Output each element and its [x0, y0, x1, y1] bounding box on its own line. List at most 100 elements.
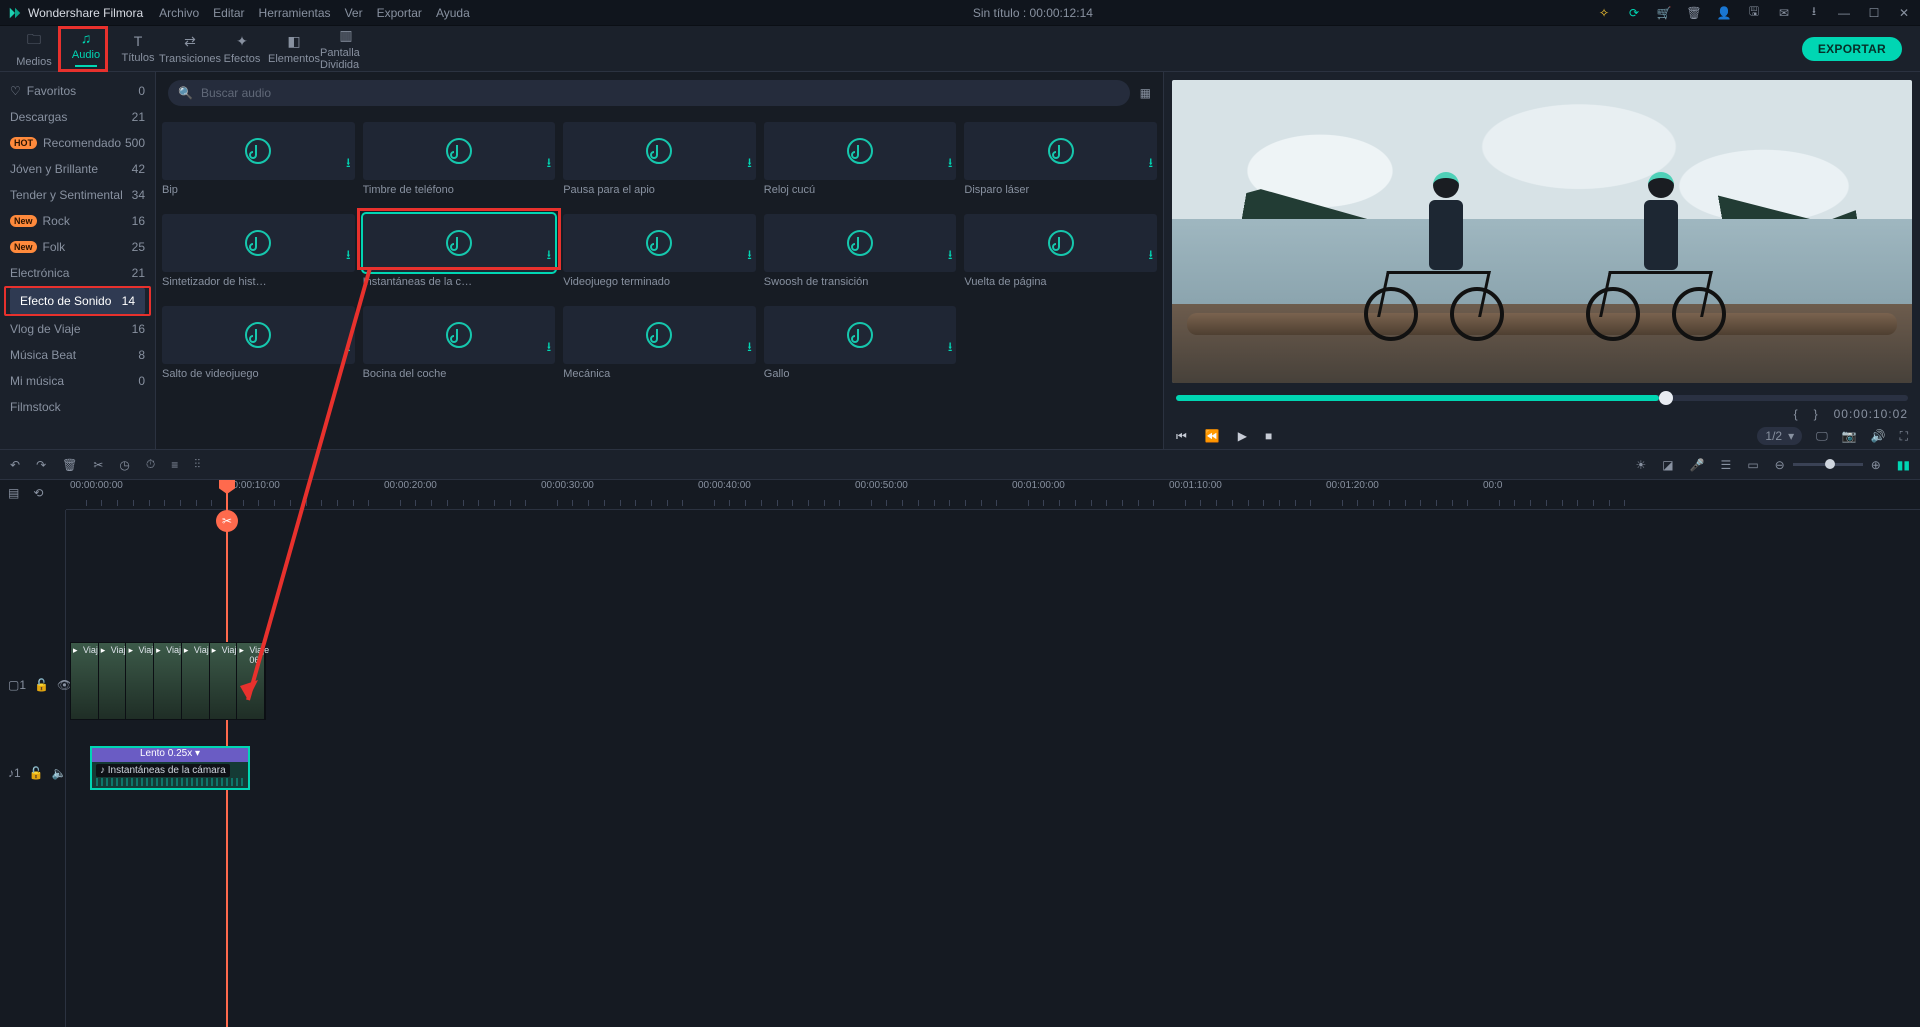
video-clip-strip[interactable]: ▸Viaj▸Viaj▸Viaj▸Viaj▸Viaj▸Viaj▸Viaje 06	[70, 642, 266, 720]
cut-icon[interactable]: ✂	[93, 458, 103, 472]
undo-icon[interactable]: ↶	[10, 458, 20, 472]
crop-timer-icon[interactable]: ⏱	[146, 457, 155, 472]
zoom-out-icon[interactable]: ⊖	[1775, 458, 1785, 472]
sun-icon[interactable]: ☀	[1635, 458, 1646, 472]
speed-icon[interactable]: ◷	[119, 458, 129, 472]
minimize-icon[interactable]: —	[1836, 5, 1852, 21]
mixer-icon[interactable]: ☰	[1721, 458, 1732, 472]
menu-exportar[interactable]: Exportar	[377, 6, 422, 20]
video-clip[interactable]: ▸Viaj	[154, 643, 182, 719]
download-item-icon[interactable]: ⭳	[747, 246, 752, 268]
tab-elementos[interactable]: ◧Elementos	[268, 26, 320, 71]
link-icon[interactable]: ⟲	[33, 486, 43, 500]
trash-icon[interactable]: 🗑	[1686, 5, 1702, 21]
sidebar-item-música-beat[interactable]: Música Beat8	[0, 342, 155, 368]
video-clip[interactable]: ▸Viaj	[71, 643, 99, 719]
audio-item[interactable]: ⭳Timbre de teléfono	[363, 122, 556, 196]
time-ruler[interactable]: 00:00:00:0000:00:10:0000:00:20:0000:00:3…	[66, 480, 1920, 510]
maximize-icon[interactable]: ☐	[1866, 5, 1882, 21]
highlight-icon[interactable]: ✧	[1596, 5, 1612, 21]
save-icon[interactable]: 🖫	[1746, 5, 1762, 21]
mic-icon[interactable]: 🎤	[1690, 458, 1705, 472]
sidebar-item-favoritos[interactable]: ♡Favoritos0	[0, 78, 155, 104]
download-item-icon[interactable]: ⭳	[747, 154, 752, 176]
sidebar-item-jóven-y-brillante[interactable]: Jóven y Brillante42	[0, 156, 155, 182]
download-item-icon[interactable]: ⭳	[346, 246, 351, 268]
volume-icon[interactable]: 🔊	[1871, 429, 1886, 443]
meters-icon[interactable]: ▮▮	[1897, 458, 1910, 472]
sidebar-item-tender-y-sentimental[interactable]: Tender y Sentimental34	[0, 182, 155, 208]
tab-efectos[interactable]: ✦Efectos	[216, 26, 268, 71]
zoom-slider[interactable]: ⊖ ⊕	[1775, 458, 1881, 472]
lock-icon[interactable]: 🔓	[34, 678, 49, 692]
frame-selector[interactable]: 1/2 ▾	[1757, 427, 1802, 445]
preview-video[interactable]	[1172, 80, 1912, 383]
audio-item[interactable]: ⭳Salto de videojuego	[162, 306, 355, 380]
stop-icon[interactable]: ■	[1265, 429, 1272, 443]
snapshot-icon[interactable]: 📷	[1842, 429, 1857, 443]
sync-icon[interactable]: ⟳	[1626, 5, 1642, 21]
display-icon[interactable]: 🖵	[1816, 429, 1828, 444]
sidebar-item-efecto-de-sonido[interactable]: Efecto de Sonido14	[10, 288, 145, 314]
tab-títulos[interactable]: TTítulos	[112, 26, 164, 71]
audio-item[interactable]: ⭳Swoosh de transición	[764, 214, 957, 288]
download-item-icon[interactable]: ⭳	[948, 338, 953, 360]
account-icon[interactable]: 👤	[1716, 5, 1732, 21]
menu-herramientas[interactable]: Herramientas	[259, 6, 331, 20]
audio-item[interactable]: ⭳Videojuego terminado	[563, 214, 756, 288]
sidebar-item-rock[interactable]: NewRock16	[0, 208, 155, 234]
delete-icon[interactable]: 🗑	[62, 458, 77, 472]
audio-item[interactable]: ⭳Reloj cucú	[764, 122, 957, 196]
video-clip[interactable]: ▸Viaj	[126, 643, 154, 719]
audio-item[interactable]: ⭳Gallo	[764, 306, 957, 380]
shield-icon[interactable]: ◪	[1662, 458, 1673, 472]
audio-item[interactable]: ⭳Instantáneas de la cá…	[363, 214, 556, 288]
menu-editar[interactable]: Editar	[213, 6, 244, 20]
adjust-icon[interactable]: ≡	[171, 458, 178, 472]
play-icon[interactable]: ▶	[1238, 429, 1247, 443]
sidebar-item-folk[interactable]: NewFolk25	[0, 234, 155, 260]
timeline-options-icon[interactable]: ▤	[8, 486, 19, 500]
mark-in-icon[interactable]: {	[1794, 407, 1798, 421]
sidebar-item-filmstock[interactable]: Filmstock	[0, 394, 155, 420]
audio-item[interactable]: ⭳Bip	[162, 122, 355, 196]
export-button[interactable]: EXPORTAR	[1802, 37, 1902, 61]
audio-item[interactable]: ⭳Pausa para el apio	[563, 122, 756, 196]
marker-add-icon[interactable]: ▭	[1747, 458, 1758, 472]
sidebar-item-vlog-de-viaje[interactable]: Vlog de Viaje16	[0, 316, 155, 342]
tab-pantalla dividida[interactable]: ▥Pantalla Dividida	[320, 26, 372, 71]
grid-view-icon[interactable]: ▦	[1140, 86, 1151, 100]
audio-item[interactable]: ⭳Sintetizador de histor…	[162, 214, 355, 288]
cart-icon[interactable]: 🛒	[1656, 5, 1672, 21]
download-item-icon[interactable]: ⭳	[346, 338, 351, 360]
tab-audio[interactable]: ♫Audio	[60, 26, 112, 71]
zoom-in-icon[interactable]: ⊕	[1871, 458, 1881, 472]
audio-clip[interactable]: Lento 0.25x ▾ ♪ Instantáneas de la cámar…	[90, 746, 250, 790]
download-item-icon[interactable]: ⭳	[747, 338, 752, 360]
menu-ayuda[interactable]: Ayuda	[436, 6, 470, 20]
sidebar-item-electrónica[interactable]: Electrónica21	[0, 260, 155, 286]
sidebar-item-mi-música[interactable]: Mi música0	[0, 368, 155, 394]
video-clip[interactable]: ▸Viaje 06	[237, 643, 265, 719]
download-item-icon[interactable]: ⭳	[1148, 154, 1153, 176]
sidebar-item-descargas[interactable]: Descargas21	[0, 104, 155, 130]
video-clip[interactable]: ▸Viaj	[182, 643, 210, 719]
redo-icon[interactable]: ↷	[36, 458, 46, 472]
search-input[interactable]: 🔍 Buscar audio	[168, 80, 1130, 106]
download-item-icon[interactable]: ⭳	[346, 154, 351, 176]
voice-wave-icon[interactable]: ⫶⫶	[194, 457, 200, 472]
close-icon[interactable]: ✕	[1896, 5, 1912, 21]
mute-icon[interactable]: 🔈	[52, 766, 67, 780]
menu-archivo[interactable]: Archivo	[159, 6, 199, 20]
tab-medios[interactable]: 🗀Medios	[8, 26, 60, 71]
audio-item[interactable]: ⭳Mecánica	[563, 306, 756, 380]
download-item-icon[interactable]: ⭳	[1148, 246, 1153, 268]
download-item-icon[interactable]: ⭳	[948, 246, 953, 268]
seek-bar[interactable]	[1176, 395, 1908, 401]
mark-out-icon[interactable]: }	[1814, 407, 1818, 421]
mail-icon[interactable]: ✉	[1776, 5, 1792, 21]
download-item-icon[interactable]: ⭳	[547, 246, 552, 268]
audio-item[interactable]: ⭳Disparo láser	[964, 122, 1157, 196]
audio-item[interactable]: ⭳Vuelta de página	[964, 214, 1157, 288]
video-clip[interactable]: ▸Viaj	[210, 643, 238, 719]
